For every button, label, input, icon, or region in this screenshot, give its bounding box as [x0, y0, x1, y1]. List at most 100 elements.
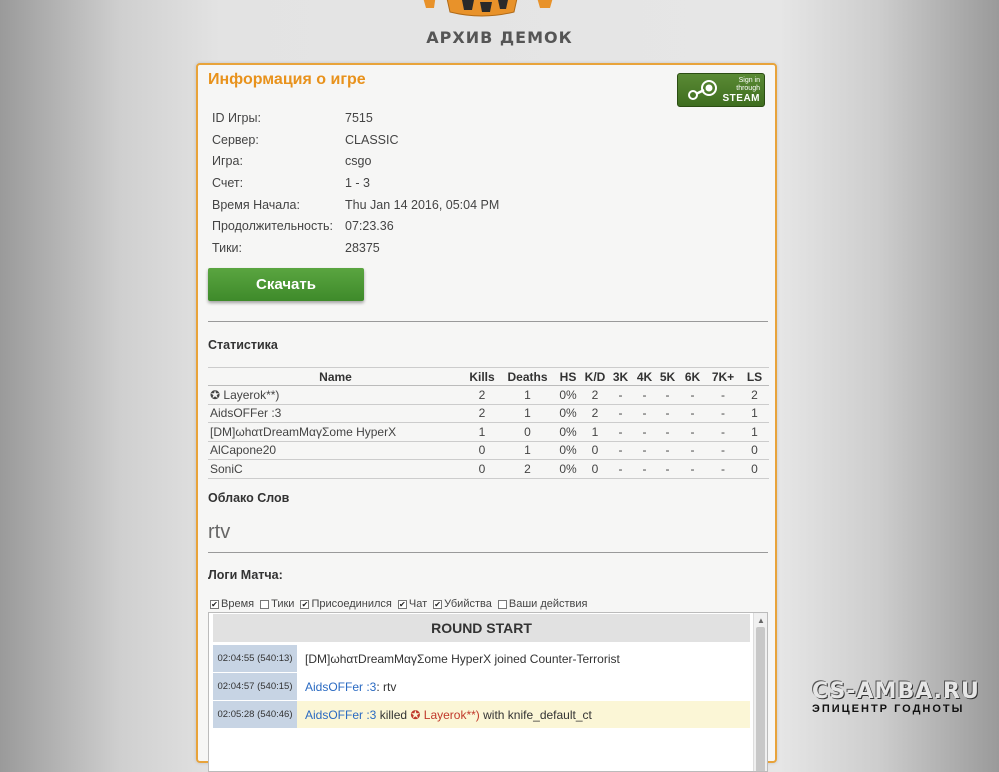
info-label: Время Начала: [212, 197, 300, 212]
stat-cell: 2 [501, 459, 554, 479]
table-row: ✪ Layerok**) 2 1 0% 2 - - - - - 2 [208, 385, 769, 405]
watermark-subtitle: ЭПИЦЕНТР ГОДНОТЫ [812, 703, 965, 715]
checkbox-checked[interactable]: ✔ [433, 599, 443, 609]
steam-signin-label: Sign in through [736, 77, 760, 92]
info-label: Сервер: [212, 132, 259, 147]
stat-cell: - [679, 385, 706, 405]
stat-cell: - [656, 404, 679, 423]
log-player-link[interactable]: AidsOFFer :3 [305, 680, 376, 694]
filter-time[interactable]: ✔ Время [210, 598, 254, 610]
filter-joined[interactable]: ✔ Присоединился [300, 598, 392, 610]
steam-brand-label: STEAM [722, 93, 760, 104]
download-button[interactable]: Скачать [208, 268, 364, 301]
log-text: : rtv [376, 679, 397, 694]
stat-cell: - [679, 422, 706, 442]
log-victim-link[interactable]: ✪ Layerok**) [410, 708, 479, 722]
stat-cell: 1 [501, 441, 554, 460]
col-name: Name [208, 367, 463, 386]
filter-your-actions[interactable]: Ваши действия [497, 598, 588, 610]
col-kills: Kills [463, 367, 501, 386]
divider [208, 552, 768, 553]
checkbox-checked[interactable]: ✔ [300, 599, 310, 609]
info-label: Счет: [212, 175, 244, 190]
info-label: Продолжительность: [212, 219, 333, 234]
col-6k: 6K [679, 367, 706, 386]
col-7k: 7K+ [706, 367, 740, 386]
table-row: AidsOFFer :3 2 1 0% 2 - - - - - 1 [208, 404, 769, 423]
scroll-up-icon[interactable]: ▲ [757, 616, 765, 625]
log-verb: killed [376, 707, 411, 722]
stat-cell: - [608, 441, 633, 460]
log-scrollbar[interactable]: ▲ [753, 613, 767, 771]
match-logs-title: Логи Матча: [208, 568, 283, 582]
stat-cell: - [608, 422, 633, 442]
col-hs: HS [554, 367, 582, 386]
filter-label: Тики [271, 598, 295, 610]
checkbox-checked[interactable]: ✔ [210, 599, 219, 609]
stat-cell: 0 [463, 459, 501, 479]
filter-label: Чат [408, 598, 428, 610]
watermark-title: CS-AMBA.RU [812, 679, 980, 704]
info-value: csgo [345, 154, 372, 169]
stat-cell: - [608, 404, 633, 423]
match-log-box[interactable]: ROUND START 02:04:55 (540:13) [DM]ωhατDr… [208, 612, 768, 772]
steam-signin-button[interactable]: Sign in through STEAM [677, 73, 765, 107]
table-row: [DM]ωhατDreamMαγΣome HyperX 1 0 0% 1 - -… [208, 422, 769, 442]
col-3k: 3K [608, 367, 633, 386]
stat-cell: 2 [582, 404, 608, 423]
info-label: Игра: [212, 154, 243, 169]
log-entry: 02:04:55 (540:13) [DM]ωhατDreamMαγΣome H… [213, 645, 750, 672]
info-row-score: Счет: 1 - 3 [212, 172, 499, 194]
game-info-title: Информация о игре [208, 71, 366, 88]
stat-cell: 1 [501, 385, 554, 405]
word-cloud-word[interactable]: rtv [208, 521, 230, 544]
info-value: 7515 [345, 110, 373, 125]
info-row-id: ID Игры: 7515 [212, 107, 499, 129]
player-name: AlCapone20 [208, 441, 463, 460]
checkbox-unchecked[interactable] [260, 599, 270, 609]
filter-ticks[interactable]: Тики [260, 598, 294, 610]
player-name: SoniC [208, 459, 463, 479]
stat-cell: - [656, 441, 679, 460]
table-row: AlCapone20 0 1 0% 0 - - - - - 0 [208, 441, 769, 460]
stat-cell: - [633, 441, 656, 460]
stat-cell: - [608, 385, 633, 405]
stat-cell: 0 [740, 441, 769, 460]
round-start-header: ROUND START [213, 614, 750, 642]
info-row-game: Игра: csgo [212, 150, 499, 172]
col-kd: K/D [582, 367, 608, 386]
info-value: 07:23.36 [345, 219, 394, 234]
filter-label: Ваши действия [508, 598, 588, 610]
stat-cell: - [679, 404, 706, 423]
log-entry: 02:04:57 (540:15) AidsOFFer :3 : rtv [213, 673, 750, 700]
filter-label: Присоединился [311, 598, 392, 610]
stat-cell: 1 [463, 422, 501, 442]
checkbox-checked[interactable]: ✔ [397, 599, 407, 609]
checkbox-unchecked[interactable] [497, 599, 507, 609]
log-message: [DM]ωhατDreamMαγΣome HyperX joined Count… [297, 645, 750, 672]
info-value: Thu Jan 14 2016, 05:04 PM [345, 197, 500, 212]
stat-cell: 0 [582, 441, 608, 460]
stat-cell: 1 [501, 404, 554, 423]
info-value: CLASSIC [345, 132, 399, 147]
stat-cell: 0% [554, 441, 582, 460]
stat-cell: 1 [740, 422, 769, 442]
log-time: 02:05:28 (540:46) [213, 701, 297, 728]
scroll-thumb[interactable] [756, 627, 765, 771]
filter-chat[interactable]: ✔ Чат [397, 598, 428, 610]
log-player-link[interactable]: AidsOFFer :3 [305, 708, 376, 722]
stat-cell: 0 [463, 441, 501, 460]
col-4k: 4K [633, 367, 656, 386]
stat-cell: 0% [554, 459, 582, 479]
stat-cell: - [706, 459, 740, 479]
game-info-table: ID Игры: 7515 Сервер: CLASSIC Игра: csgo… [212, 107, 499, 259]
stat-cell: 0% [554, 422, 582, 442]
stats-header-row: Name Kills Deaths HS K/D 3K 4K 5K 6K 7K+… [208, 367, 769, 386]
player-name: [DM]ωhατDreamMαγΣome HyperX [208, 422, 463, 442]
filter-label: Убийства [444, 598, 492, 610]
stat-cell: 0 [582, 459, 608, 479]
log-text: joined Counter-Terrorist [491, 651, 620, 666]
filter-kills[interactable]: ✔ Убийства [433, 598, 492, 610]
log-text: with knife_default_ct [479, 707, 592, 722]
stat-cell: 2 [740, 385, 769, 405]
